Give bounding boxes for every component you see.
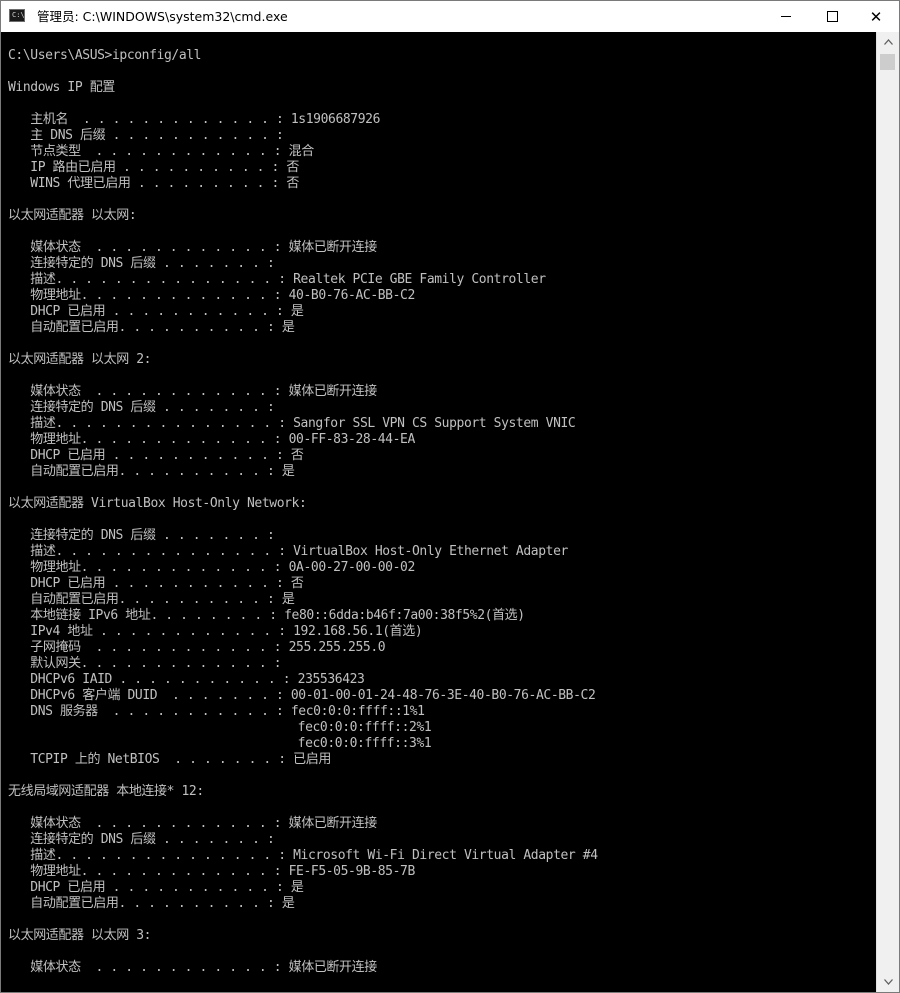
console-output-area[interactable]: C:\Users\ASUS>ipconfig/all Windows IP 配置… [1,32,876,992]
console-line: DNS 服务器 . . . . . . . . . . . : fec0:0:0… [8,704,425,719]
console-line: 媒体状态 . . . . . . . . . . . . : 媒体已断开连接 [8,816,377,831]
maximize-icon [826,11,838,22]
console-line: 无线局域网适配器 本地连接* 12: [8,784,204,799]
console-line: TCPIP 上的 NetBIOS . . . . . . . : 已启用 [8,752,331,767]
console-line: DHCP 已启用 . . . . . . . . . . . : 是 [8,304,304,319]
console-line: 以太网适配器 以太网 2: [8,352,152,367]
console-line: 以太网适配器 VirtualBox Host-Only Network: [8,496,307,511]
console-line: DHCPv6 客户端 DUID . . . . . . . : 00-01-00… [8,688,596,703]
cmd-window: C:\ 管理员: C:\WINDOWS\system32\cmd.exe ✕ C… [0,0,900,993]
console-text[interactable]: C:\Users\ASUS>ipconfig/all Windows IP 配置… [8,48,598,976]
console-line: 物理地址. . . . . . . . . . . . . : 00-FF-83… [8,432,415,447]
console-line: 连接特定的 DNS 后缀 . . . . . . . : [8,832,275,847]
console-line: 默认网关. . . . . . . . . . . . . : [8,656,282,671]
console-line: 本地链接 IPv6 地址. . . . . . . . : fe80::6dda… [8,608,525,623]
console-line: 节点类型 . . . . . . . . . . . . : 混合 [8,144,314,159]
cmd-icon: C:\ [9,9,25,22]
window-title: 管理员: C:\WINDOWS\system32\cmd.exe [37,9,288,24]
console-line: 描述. . . . . . . . . . . . . . . : Realte… [8,272,546,287]
title-bar[interactable]: C:\ 管理员: C:\WINDOWS\system32\cmd.exe ✕ [1,1,899,32]
console-line: 自动配置已启用. . . . . . . . . . : 是 [8,592,295,607]
console-line: 连接特定的 DNS 后缀 . . . . . . . : [8,256,275,271]
console-line: 自动配置已启用. . . . . . . . . . : 是 [8,896,295,911]
scroll-down-arrow-icon [883,979,893,985]
console-line: 以太网适配器 以太网: [8,208,137,223]
maximize-button[interactable] [809,1,855,32]
console-line: C:\Users\ASUS>ipconfig/all [8,48,202,63]
console-line: 连接特定的 DNS 后缀 . . . . . . . : [8,528,275,543]
scroll-thumb[interactable] [880,54,895,70]
console-line: 子网掩码 . . . . . . . . . . . . : 255.255.2… [8,640,386,655]
console-line: 媒体状态 . . . . . . . . . . . . : 媒体已断开连接 [8,960,377,975]
scroll-up-arrow-icon [883,39,893,45]
console-line: 自动配置已启用. . . . . . . . . . : 是 [8,464,295,479]
console-line: 描述. . . . . . . . . . . . . . . : Virtua… [8,544,568,559]
scroll-down-button[interactable] [877,972,899,992]
scroll-up-button[interactable] [877,32,899,52]
cmd-icon-glyph: C:\ [12,11,25,19]
console-line: 主机名 . . . . . . . . . . . . . : 1s190668… [8,112,381,127]
console-line: IPv4 地址 . . . . . . . . . . . . : 192.16… [8,624,423,639]
minimize-icon [781,16,791,17]
console-line: 描述. . . . . . . . . . . . . . . : Sangfo… [8,416,576,431]
console-line: 主 DNS 后缀 . . . . . . . . . . . : [8,128,284,143]
console-line: fec0:0:0:ffff::2%1 [8,720,432,735]
console-line: WINS 代理已启用 . . . . . . . . . : 否 [8,176,299,191]
console-line: 自动配置已启用. . . . . . . . . . : 是 [8,320,295,335]
console-line: 媒体状态 . . . . . . . . . . . . : 媒体已断开连接 [8,240,377,255]
console-line: DHCP 已启用 . . . . . . . . . . . : 否 [8,448,304,463]
console-line: 物理地址. . . . . . . . . . . . . : FE-F5-05… [8,864,415,879]
console-line: 媒体状态 . . . . . . . . . . . . : 媒体已断开连接 [8,384,377,399]
console-line: fec0:0:0:ffff::3%1 [8,736,432,751]
console-line: 连接特定的 DNS 后缀 . . . . . . . : [8,400,275,415]
console-line: 描述. . . . . . . . . . . . . . . : Micros… [8,848,598,863]
vertical-scrollbar[interactable] [876,32,899,992]
console-line: IP 路由已启用 . . . . . . . . . . : 否 [8,160,299,175]
console-line: 以太网适配器 以太网 3: [8,928,152,943]
minimize-button[interactable] [763,1,809,32]
console-line: Windows IP 配置 [8,80,115,95]
console-line: DHCP 已启用 . . . . . . . . . . . : 否 [8,576,304,591]
console-line: DHCP 已启用 . . . . . . . . . . . : 是 [8,880,304,895]
console-line: 物理地址. . . . . . . . . . . . . : 40-B0-76… [8,288,415,303]
close-button[interactable]: ✕ [853,1,899,32]
console-line: DHCPv6 IAID . . . . . . . . . . . : 2355… [8,672,365,687]
close-icon: ✕ [869,7,883,26]
console-line: 物理地址. . . . . . . . . . . . . : 0A-00-27… [8,560,415,575]
